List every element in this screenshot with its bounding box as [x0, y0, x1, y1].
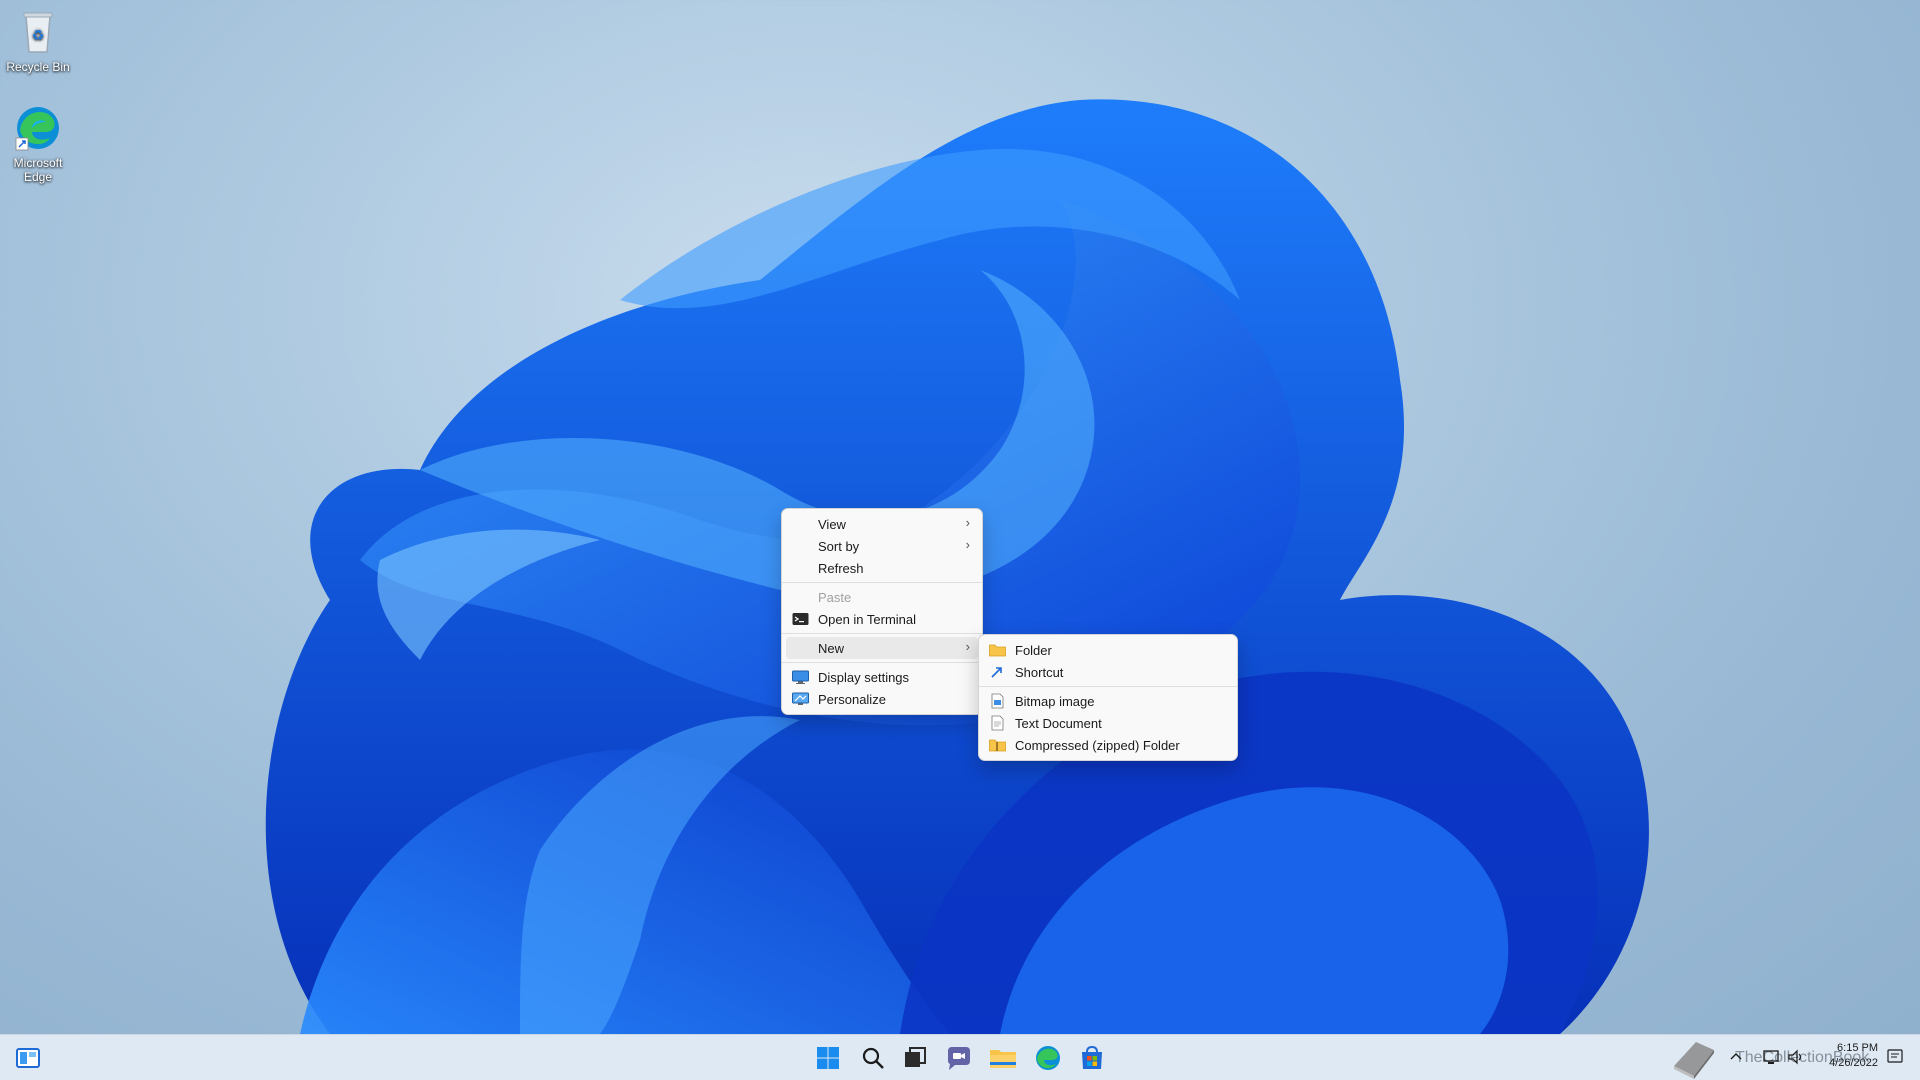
- new-submenu: Folder Shortcut Bitmap image Text Docume…: [978, 634, 1238, 761]
- personalize-icon: [792, 691, 809, 707]
- menu-item-label: Open in Terminal: [818, 611, 917, 627]
- menu-item-label: Sort by: [818, 538, 860, 554]
- display-icon: [792, 669, 809, 685]
- task-view-icon[interactable]: [899, 1042, 931, 1074]
- chevron-up-icon[interactable]: [1726, 1045, 1746, 1069]
- network-icon[interactable]: [1762, 1045, 1782, 1069]
- menu-item-open-in-terminal[interactable]: Open in Terminal: [786, 608, 978, 630]
- terminal-icon: [792, 611, 809, 627]
- submenu-item-label: Shortcut: [1015, 664, 1064, 680]
- zip-folder-icon: [989, 737, 1006, 753]
- menu-item-label: Personalize: [818, 691, 886, 707]
- menu-item-label: View: [818, 516, 846, 532]
- taskbar: TheCollectionBook 6:15 PM 4/26/2022: [0, 1034, 1920, 1080]
- shortcut-icon: [989, 664, 1006, 680]
- menu-item-label: Refresh: [818, 560, 864, 576]
- chevron-right-icon: ›: [965, 537, 970, 552]
- menu-item-label: Display settings: [818, 669, 910, 685]
- chevron-right-icon: ›: [965, 639, 970, 654]
- teams-chat-icon[interactable]: [943, 1042, 975, 1074]
- submenu-item-folder[interactable]: Folder: [983, 639, 1233, 661]
- submenu-item-shortcut[interactable]: Shortcut: [983, 661, 1233, 683]
- desktop-icon-label: Microsoft Edge: [13, 156, 63, 184]
- menu-separator: [782, 582, 982, 583]
- clock-time[interactable]: 6:15 PM: [1800, 1042, 1878, 1054]
- menu-item-label: New: [818, 640, 845, 656]
- clock-date[interactable]: 4/26/2022: [1800, 1057, 1878, 1069]
- submenu-item-text-document[interactable]: Text Document: [983, 712, 1233, 734]
- menu-separator: [782, 662, 982, 663]
- watermark-book-icon: [1668, 1036, 1720, 1080]
- submenu-item-label: Compressed (zipped) Folder: [1015, 737, 1180, 753]
- menu-item-sort-by[interactable]: Sort by ›: [786, 535, 978, 557]
- submenu-item-compressed-folder[interactable]: Compressed (zipped) Folder: [983, 734, 1233, 756]
- recycle-bin-icon: ♻: [14, 8, 62, 56]
- svg-text:♻: ♻: [32, 28, 45, 44]
- menu-item-personalize[interactable]: Personalize: [786, 688, 978, 710]
- edge-icon[interactable]: [1032, 1042, 1064, 1074]
- submenu-item-label: Text Document: [1015, 715, 1102, 731]
- menu-item-new[interactable]: New ›: [786, 637, 978, 659]
- desktop-icon-label: Recycle Bin: [6, 60, 70, 74]
- file-explorer-icon[interactable]: [987, 1042, 1019, 1074]
- store-icon[interactable]: [1076, 1042, 1108, 1074]
- menu-separator: [782, 633, 982, 634]
- menu-separator: [979, 686, 1237, 687]
- widgets-button[interactable]: [12, 1042, 44, 1074]
- chevron-right-icon: ›: [965, 515, 970, 530]
- folder-icon: [989, 642, 1006, 658]
- edge-icon: [14, 104, 62, 152]
- menu-item-paste: Paste: [786, 586, 978, 608]
- menu-item-label: Paste: [818, 589, 852, 605]
- desktop-icon-recycle-bin[interactable]: ♻ Recycle Bin: [0, 8, 76, 74]
- menu-item-refresh[interactable]: Refresh: [786, 557, 978, 579]
- menu-item-view[interactable]: View ›: [786, 513, 978, 535]
- submenu-item-label: Folder: [1015, 642, 1052, 658]
- text-document-icon: [989, 715, 1006, 731]
- submenu-item-bitmap-image[interactable]: Bitmap image: [983, 690, 1233, 712]
- menu-item-display-settings[interactable]: Display settings: [786, 666, 978, 688]
- submenu-item-label: Bitmap image: [1015, 693, 1095, 709]
- desktop-icon-microsoft-edge[interactable]: Microsoft Edge: [0, 104, 76, 184]
- start-icon[interactable]: [812, 1042, 844, 1074]
- notifications-icon[interactable]: [1884, 1045, 1908, 1069]
- search-icon[interactable]: [857, 1042, 889, 1074]
- desktop-context-menu: View › Sort by › Refresh Paste Open in T…: [781, 508, 983, 715]
- bitmap-icon: [989, 693, 1006, 709]
